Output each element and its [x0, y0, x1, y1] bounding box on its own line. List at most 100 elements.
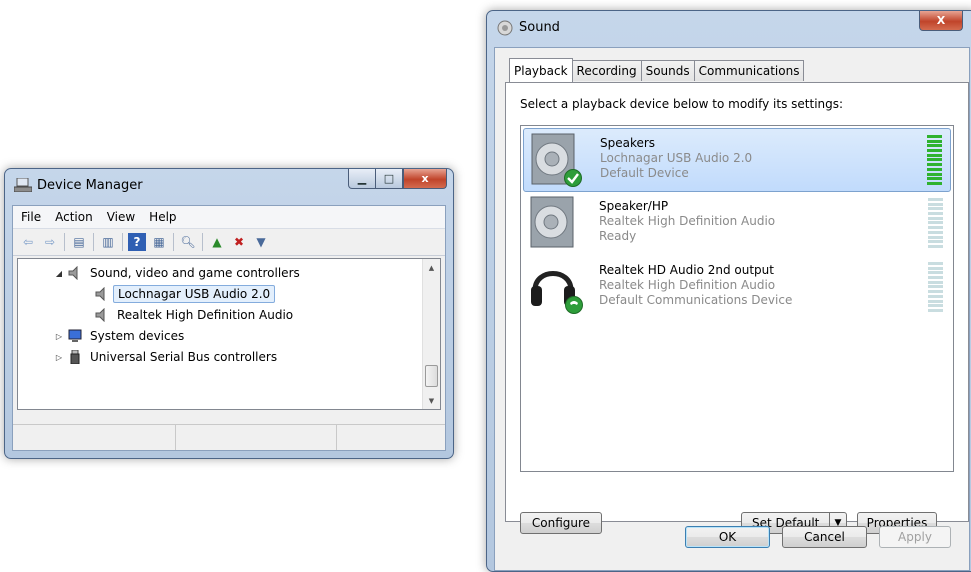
device-name: Speaker/HP — [599, 199, 669, 213]
volume-level-meter — [927, 135, 942, 185]
volume-level-meter — [928, 262, 943, 312]
meter-segment — [928, 266, 943, 270]
tab-playback[interactable]: Playback — [509, 58, 573, 82]
meter-segment — [927, 149, 942, 153]
device-name: Realtek HD Audio 2nd output — [599, 263, 774, 277]
speaker-icon — [94, 286, 110, 302]
update-driver-icon[interactable]: ▲ — [208, 233, 226, 251]
tree-item-system-devices[interactable]: ▷ System devices — [54, 326, 188, 346]
ok-button[interactable]: OK — [685, 526, 770, 548]
speaker-icon — [94, 307, 110, 323]
meter-segment — [927, 181, 942, 185]
device-tree[interactable]: ◢ Sound, video and game controllers Loch… — [17, 258, 441, 410]
playback-panel: Select a playback device below to modify… — [505, 82, 969, 534]
toolbar-separator — [202, 233, 203, 251]
title-bar[interactable]: Device Manager ▁ □ x — [5, 169, 453, 199]
collapse-icon[interactable]: ◢ — [54, 269, 64, 278]
device-item-speakers[interactable]: Speakers Lochnagar USB Audio 2.0 Default… — [523, 128, 951, 192]
status-pane — [176, 425, 337, 450]
configure-button[interactable]: Configure — [520, 512, 602, 534]
toolbar-separator — [64, 233, 65, 251]
meter-segment — [928, 276, 943, 280]
meter-segment — [927, 172, 942, 176]
scan-hardware-changes-icon[interactable]: 🔍︎ — [179, 233, 197, 251]
tree-item-sound-video-game[interactable]: ◢ Sound, video and game controllers — [54, 263, 304, 283]
maximize-icon[interactable]: □ — [376, 169, 403, 189]
device-status: Default Communications Device — [599, 293, 793, 307]
meter-segment — [928, 198, 943, 201]
tab-communications[interactable]: Communications — [693, 60, 805, 81]
meter-segment — [927, 139, 942, 143]
tab-strip: Playback Recording Sounds Communications — [509, 58, 805, 82]
meter-segment — [928, 290, 943, 294]
toolbar: ⇦ ⇨ ▤ ▥ ? ▦ 🔍︎ ▲ ✖ ▼ — [13, 229, 445, 256]
expand-icon[interactable]: ▷ — [54, 353, 64, 362]
sound-dialog-window: Sound X Playback Recording Sounds Commun… — [486, 10, 971, 572]
device-item-speaker-hp[interactable]: Speaker/HP Realtek High Definition Audio… — [523, 192, 951, 254]
tree-item-label: Sound, video and game controllers — [90, 266, 300, 280]
menu-bar: File Action View Help — [13, 206, 445, 229]
meter-segment — [928, 262, 943, 265]
tab-sounds[interactable]: Sounds — [640, 60, 695, 81]
meter-segment — [927, 144, 942, 148]
show-hide-action-pane-icon[interactable]: ▦ — [150, 233, 168, 251]
apply-button[interactable]: Apply — [879, 526, 951, 548]
speaker-icon — [528, 131, 582, 187]
device-status: Default Device — [600, 166, 689, 180]
meter-segment — [928, 294, 943, 298]
scroll-down-icon[interactable]: ▼ — [423, 392, 440, 409]
meter-segment — [927, 177, 942, 181]
sound-dialog-body: Playback Recording Sounds Communications… — [494, 47, 970, 571]
menu-view[interactable]: View — [107, 210, 135, 224]
disable-device-icon[interactable]: ▼ — [252, 233, 270, 251]
tree-item-label: Universal Serial Bus controllers — [90, 350, 278, 364]
title-bar[interactable]: Sound X — [487, 11, 971, 41]
caption-buttons: ▁ □ x — [348, 169, 447, 189]
playback-device-list[interactable]: Speakers Lochnagar USB Audio 2.0 Default… — [520, 125, 954, 472]
properties-icon[interactable]: ▥ — [99, 233, 117, 251]
show-hide-console-tree-icon[interactable]: ▤ — [70, 233, 88, 251]
status-bar — [13, 424, 445, 450]
tree-item-label: System devices — [90, 329, 185, 343]
close-icon[interactable]: X — [919, 11, 963, 31]
scroll-up-icon[interactable]: ▲ — [423, 259, 440, 276]
device-item-realtek-2nd-output[interactable]: Realtek HD Audio 2nd output Realtek High… — [523, 256, 951, 318]
help-icon[interactable]: ? — [128, 233, 146, 251]
close-icon[interactable]: x — [403, 169, 447, 189]
menu-action[interactable]: Action — [55, 210, 93, 224]
vertical-scrollbar[interactable]: ▲ ▼ — [422, 259, 440, 409]
tree-item-label: Lochnagar USB Audio 2.0 — [113, 285, 276, 303]
green-checkmark-icon — [564, 169, 582, 190]
minimize-icon[interactable]: ▁ — [348, 169, 376, 189]
window-title: Device Manager — [37, 178, 143, 193]
meter-segment — [927, 153, 942, 157]
toolbar-separator — [122, 233, 123, 251]
cancel-button[interactable]: Cancel — [782, 526, 867, 548]
tree-item-realtek-hd-audio[interactable]: Realtek High Definition Audio — [94, 305, 297, 325]
device-driver: Lochnagar USB Audio 2.0 — [600, 151, 753, 165]
forward-arrow-icon[interactable]: ⇨ — [41, 233, 59, 251]
meter-segment — [927, 163, 942, 167]
tree-item-lochnagar-usb-audio[interactable]: Lochnagar USB Audio 2.0 — [94, 284, 276, 304]
device-driver: Realtek High Definition Audio — [599, 278, 776, 292]
menu-file[interactable]: File — [21, 210, 41, 224]
speaker-icon — [527, 194, 581, 250]
tab-recording[interactable]: Recording — [571, 60, 642, 81]
menu-help[interactable]: Help — [149, 210, 176, 224]
meter-segment — [928, 221, 943, 225]
scroll-thumb[interactable] — [425, 365, 438, 387]
meter-segment — [927, 135, 942, 138]
back-arrow-icon[interactable]: ⇦ — [19, 233, 37, 251]
tree-item-usb-controllers[interactable]: ▷ Universal Serial Bus controllers — [54, 347, 281, 367]
sound-speaker-icon — [497, 20, 513, 36]
meter-segment — [928, 280, 943, 284]
caption-buttons: X — [919, 11, 963, 31]
device-driver: Realtek High Definition Audio — [599, 214, 776, 228]
expand-icon[interactable]: ▷ — [54, 332, 64, 341]
meter-segment — [927, 167, 942, 171]
meter-segment — [928, 207, 943, 211]
meter-segment — [927, 158, 942, 162]
device-manager-client: File Action View Help ⇦ ⇨ ▤ ▥ ? ▦ 🔍︎ ▲ ✖… — [12, 205, 446, 451]
instruction-text: Select a playback device below to modify… — [520, 97, 844, 111]
uninstall-device-icon[interactable]: ✖ — [230, 233, 248, 251]
